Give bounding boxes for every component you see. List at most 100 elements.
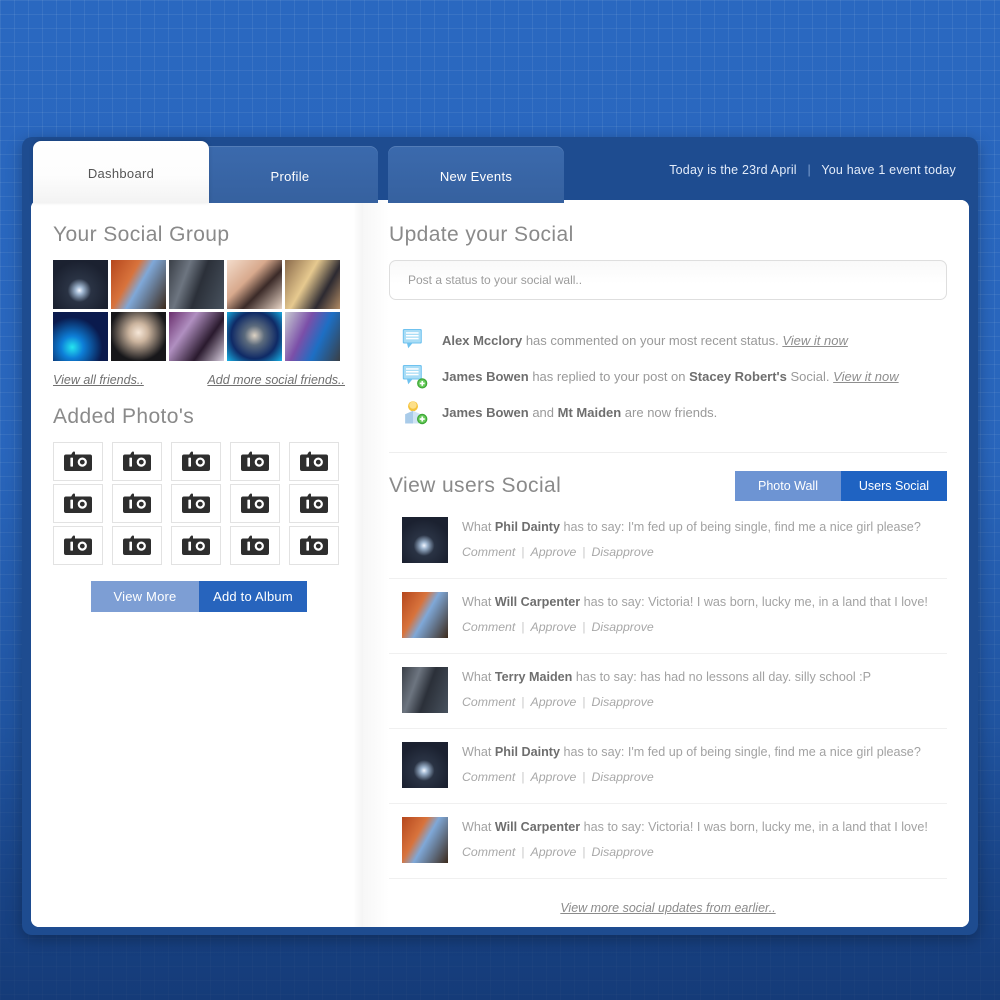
photo-cell[interactable] (230, 442, 280, 481)
status-input-placeholder: Post a status to your social wall.. (408, 273, 583, 287)
post-action-disapprove[interactable]: Disapprove (592, 620, 654, 634)
post-action-comment[interactable]: Comment (462, 770, 515, 784)
toggle-users-social[interactable]: Users Social (841, 470, 947, 501)
post-text: What Phil Dainty has to say: I'm fed up … (462, 520, 921, 534)
post-action-comment[interactable]: Comment (462, 545, 515, 559)
post-author: Terry Maiden (494, 670, 573, 684)
post-action-approve[interactable]: Approve (531, 770, 577, 784)
post-body: What Will Carpenter has to say: Victoria… (462, 592, 947, 638)
post-actions: Comment | Approve | Disapprove (462, 545, 947, 559)
post-action-disapprove[interactable]: Disapprove (592, 845, 654, 859)
notification-view-link[interactable]: View it now (782, 333, 848, 348)
notification-row: James Bowen has replied to your post on … (389, 358, 947, 394)
post-actions: Comment | Approve | Disapprove (462, 695, 947, 709)
header-status-bar: Today is the 23rd April | You have 1 eve… (669, 163, 956, 177)
friend-thumbnail[interactable] (227, 260, 282, 309)
post-action-separator: | (582, 545, 586, 559)
notification-actor: James Bowen (442, 368, 529, 384)
camera-icon (182, 493, 210, 513)
add-to-album-button[interactable]: Add to Album (199, 581, 307, 612)
friend-thumbnail[interactable] (169, 312, 224, 361)
photo-cell[interactable] (171, 484, 221, 523)
photo-cell[interactable] (171, 442, 221, 481)
post-action-separator: | (582, 770, 586, 784)
tab-new-events[interactable]: New Events (388, 146, 564, 203)
notification-actor: Alex Mcclory (442, 332, 523, 348)
post-avatar[interactable] (402, 667, 448, 713)
tab-profile[interactable]: Profile (202, 146, 378, 203)
status-input[interactable]: Post a status to your social wall.. (389, 260, 947, 300)
users-social-header: View users Social Photo Wall Users Socia… (389, 452, 947, 504)
social-post-row: What Will Carpenter has to say: Victoria… (389, 579, 947, 654)
notification-target: Mt Maiden (557, 404, 622, 420)
post-actions: Comment | Approve | Disapprove (462, 845, 947, 859)
friend-thumbnail[interactable] (53, 312, 108, 361)
friend-thumbnail[interactable] (227, 312, 282, 361)
post-action-disapprove[interactable]: Disapprove (592, 770, 654, 784)
camera-icon (300, 493, 328, 513)
view-more-updates-row: View more social updates from earlier.. (389, 901, 947, 915)
post-action-approve[interactable]: Approve (531, 845, 577, 859)
photo-cell[interactable] (289, 442, 339, 481)
sidebar-button-group: View More Add to Album (53, 581, 345, 612)
view-all-friends-link[interactable]: View all friends.. (53, 373, 144, 387)
photo-cell[interactable] (53, 484, 103, 523)
social-post-row: What Phil Dainty has to say: I'm fed up … (389, 729, 947, 804)
social-view-toggle-group: Photo Wall Users Social (735, 470, 947, 501)
friend-thumbnail[interactable] (169, 260, 224, 309)
friend-thumbnail[interactable] (285, 260, 340, 309)
photo-cell[interactable] (289, 526, 339, 565)
photo-cell[interactable] (53, 442, 103, 481)
post-action-comment[interactable]: Comment (462, 695, 515, 709)
notification-target: Stacey Robert's (689, 368, 787, 384)
view-more-updates-link[interactable]: View more social updates from earlier.. (560, 901, 775, 915)
post-avatar[interactable] (402, 592, 448, 638)
tab-dashboard[interactable]: Dashboard (33, 141, 209, 203)
post-avatar[interactable] (402, 517, 448, 563)
sidebar-links: View all friends.. Add more social frien… (53, 373, 345, 387)
photo-cell[interactable] (289, 484, 339, 523)
post-body: What Phil Dainty has to say: I'm fed up … (462, 517, 947, 563)
photo-cell[interactable] (112, 442, 162, 481)
photo-cell[interactable] (230, 526, 280, 565)
camera-icon (182, 535, 210, 555)
header-separator: | (807, 163, 811, 177)
photo-cell[interactable] (112, 526, 162, 565)
friend-thumbnail[interactable] (53, 260, 108, 309)
post-action-comment[interactable]: Comment (462, 620, 515, 634)
tab-bar: Dashboard Profile New Events Today is th… (22, 137, 978, 203)
photo-cell[interactable] (230, 484, 280, 523)
post-avatar[interactable] (402, 742, 448, 788)
comment-bubble-add-icon (402, 364, 428, 389)
post-avatar[interactable] (402, 817, 448, 863)
photo-cell[interactable] (112, 484, 162, 523)
post-body: What Phil Dainty has to say: I'm fed up … (462, 742, 947, 788)
view-more-button[interactable]: View More (91, 581, 199, 612)
post-action-disapprove[interactable]: Disapprove (592, 545, 654, 559)
post-author: Will Carpenter (494, 820, 581, 834)
added-photos-title: Added Photo's (53, 405, 195, 428)
friend-thumbnail[interactable] (111, 312, 166, 361)
post-body: What Will Carpenter has to say: Victoria… (462, 817, 947, 863)
post-action-approve[interactable]: Approve (531, 695, 577, 709)
photo-cell[interactable] (53, 526, 103, 565)
friend-thumbnail[interactable] (285, 312, 340, 361)
post-action-approve[interactable]: Approve (531, 545, 577, 559)
post-action-approve[interactable]: Approve (531, 620, 577, 634)
friend-thumbnail[interactable] (111, 260, 166, 309)
camera-icon (241, 451, 269, 471)
notification-actor: James Bowen (442, 404, 529, 420)
view-users-social-title: View users Social (389, 473, 562, 497)
post-text: What Terry Maiden has to say: has had no… (462, 670, 872, 684)
photo-cell[interactable] (171, 526, 221, 565)
notification-view-link[interactable]: View it now (833, 369, 899, 384)
post-text: What Will Carpenter has to say: Victoria… (462, 595, 928, 609)
notification-row: James Bowen and Mt Maiden are now friend… (389, 394, 947, 430)
social-post-list: What Phil Dainty has to say: I'm fed up … (389, 504, 947, 879)
post-action-separator: | (582, 845, 586, 859)
post-action-comment[interactable]: Comment (462, 845, 515, 859)
toggle-photo-wall[interactable]: Photo Wall (735, 470, 841, 501)
update-social-title: Update your Social (389, 223, 574, 246)
post-action-disapprove[interactable]: Disapprove (592, 695, 654, 709)
add-more-friends-link[interactable]: Add more social friends.. (207, 373, 345, 387)
